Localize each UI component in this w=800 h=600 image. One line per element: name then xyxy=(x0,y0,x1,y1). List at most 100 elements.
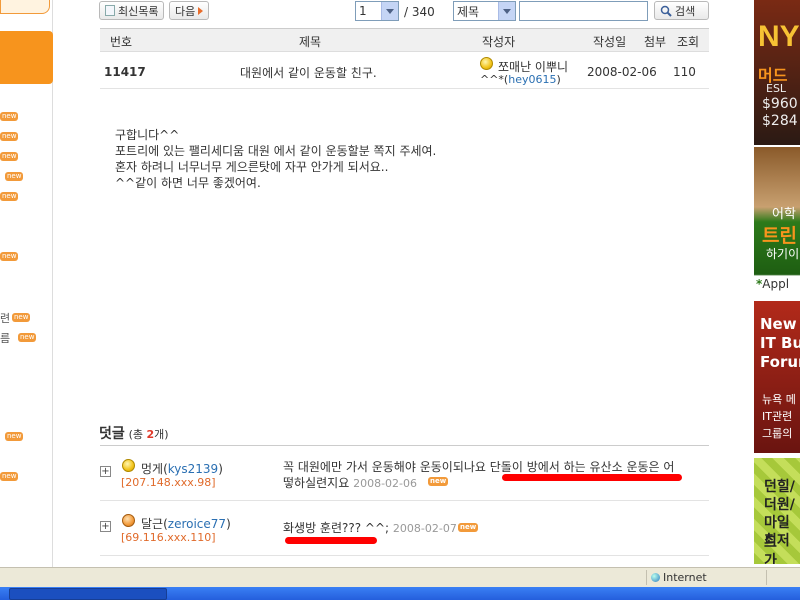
search-icon xyxy=(660,5,672,17)
divider xyxy=(100,88,709,89)
post-body-line: 구합니다^^ xyxy=(115,128,180,142)
comment-author-name[interactable]: 멍게 xyxy=(141,462,163,476)
page-total: / 340 xyxy=(404,5,435,19)
status-bar: Internet xyxy=(0,567,800,587)
comments-header: 덧글 (총 2개) xyxy=(99,423,169,443)
search-field-value: 제목 xyxy=(457,4,480,19)
author-id-link[interactable]: hey0615 xyxy=(508,73,556,86)
ad-text: 뉴욕 메 xyxy=(762,393,796,406)
comment-ip: [207.148.xxx.98] xyxy=(121,476,216,489)
comment-author-name[interactable]: 달근 xyxy=(141,517,163,531)
ad-banner-it-forum[interactable]: New IT Bus Forun 뉴욕 메 IT관련 그룹의 xyxy=(754,301,800,453)
comment-text-line1: 화생방 훈련??? ^^; xyxy=(283,521,390,535)
ad-text: 최저가 xyxy=(764,533,790,564)
id-close: ) xyxy=(218,462,223,476)
ad-banner-ny[interactable]: NY 머드 ESL $960 $284 xyxy=(754,0,800,145)
status-divider xyxy=(766,570,767,585)
sidebar-tab[interactable] xyxy=(0,0,50,14)
taskbar xyxy=(0,587,800,600)
sidebar-banner[interactable] xyxy=(0,31,53,84)
author-id-suffix: ) xyxy=(556,73,561,86)
next-button[interactable]: 다음 xyxy=(169,1,210,20)
search-label: 검색 xyxy=(675,4,696,18)
chevron-down-icon[interactable] xyxy=(381,2,398,20)
post-body-line: 포트리에 있는 팰리세디움 대원 에서 같이 운동할분 쪽지 주세여. xyxy=(115,144,437,158)
new-badge: new xyxy=(5,172,24,181)
post-date: 2008-02-06 xyxy=(587,65,657,79)
security-zone: Internet xyxy=(663,571,707,584)
search-field-select[interactable]: 제목 xyxy=(453,1,516,21)
new-badge: new xyxy=(0,152,19,161)
expand-icon[interactable]: + xyxy=(100,466,111,477)
col-title: 제목 xyxy=(299,35,322,49)
comment-text: 화생방 훈련??? ^^; 2008-02-07 xyxy=(283,519,457,536)
comments-count-wrap: (총 2개) xyxy=(129,428,169,441)
comments-title: 덧글 xyxy=(99,426,125,442)
new-badge: new xyxy=(18,333,37,342)
ad-text: New xyxy=(760,315,797,333)
id-close: ) xyxy=(226,517,231,531)
ad-banner-cigarette[interactable]: 던힐/ 더원/ 마일드 최저가 xyxy=(754,458,800,564)
latest-list-label: 최신목록 xyxy=(118,4,159,18)
post-number: 11417 xyxy=(104,65,146,79)
new-badge: new xyxy=(458,523,479,532)
author-id-wrap: ^^*(hey0615) xyxy=(480,73,561,86)
new-badge: new xyxy=(0,472,19,481)
chevron-down-icon[interactable] xyxy=(498,2,515,20)
ad-text: ESL xyxy=(766,82,787,95)
comment-text: 꼭 대원에만 가서 운동해야 운동이되나요 단돌이 방에서 하는 유산소 운동은… xyxy=(283,460,675,474)
search-button[interactable]: 검색 xyxy=(654,1,709,20)
comment-ip: [69.116.xxx.110] xyxy=(121,531,216,544)
new-badge: new xyxy=(12,313,31,322)
ad-text: Appl xyxy=(762,277,790,291)
search-input[interactable] xyxy=(519,1,648,21)
comment-date: 2008-02-07 xyxy=(392,522,457,535)
comment-author: 달근(zeroice77) xyxy=(141,515,231,532)
page-select[interactable]: 1 xyxy=(355,1,399,21)
comment-author-id[interactable]: kys2139 xyxy=(168,462,218,476)
comment-author-id[interactable]: zeroice77 xyxy=(168,517,226,531)
post-body-line: ^^같이 하면 너무 좋겠어여. xyxy=(115,176,261,190)
comment-author: 멍게(kys2139) xyxy=(141,460,223,477)
arrow-right-icon xyxy=(198,6,204,15)
ad-text: 트린 xyxy=(762,225,797,247)
col-author: 작성자 xyxy=(482,35,516,49)
new-badge: new xyxy=(0,192,19,201)
ad-text: 그룹의 xyxy=(762,427,793,440)
ad-text-wrap: *Appl xyxy=(756,277,789,291)
divider xyxy=(100,555,709,556)
sidebar-item-label[interactable]: 련 xyxy=(0,310,10,326)
col-views: 조회 xyxy=(677,35,700,49)
comment-date: 2008-02-06 xyxy=(353,477,418,490)
divider xyxy=(100,445,709,446)
expand-icon[interactable]: + xyxy=(100,521,111,532)
latest-list-button[interactable]: 최신목록 xyxy=(99,1,165,20)
author-id-prefix: ^^*( xyxy=(480,73,509,86)
ad-text: 하기이 xyxy=(766,247,800,261)
highlight-underline xyxy=(285,537,377,544)
globe-icon xyxy=(651,573,660,582)
count-post: 개) xyxy=(154,428,169,441)
highlight-underline xyxy=(502,474,682,481)
ad-text: 더원/ xyxy=(764,497,795,513)
new-badge: new xyxy=(0,112,19,121)
taskbar-window-button[interactable] xyxy=(9,588,167,600)
ad-text: IT Bus xyxy=(760,334,800,352)
post-body-line: 혼자 하려니 너무너무 게으른탓에 자꾸 안가게 되서요.. xyxy=(115,160,389,174)
sidebar-item-label[interactable]: 름 xyxy=(0,330,10,346)
post-title: 대원에서 같이 운동할 친구. xyxy=(240,66,377,80)
ad-text: 어학 xyxy=(772,207,796,222)
status-divider xyxy=(646,570,647,585)
ad-text: $284 xyxy=(762,113,798,129)
next-label: 다음 xyxy=(175,4,196,18)
new-badge: new xyxy=(0,252,19,261)
ad-text: 던힐/ xyxy=(764,479,795,495)
ad-text: NY xyxy=(758,20,800,53)
member-level-icon xyxy=(122,459,135,472)
ad-banner-language[interactable]: 어학 트린 하기이 *Appl xyxy=(754,147,800,297)
member-level-icon xyxy=(122,514,135,527)
new-badge: new xyxy=(5,432,24,441)
post-body: 구합니다^^ 포트리에 있는 팰리세디움 대원 에서 같이 운동할분 쪽지 주세… xyxy=(115,127,436,191)
left-sidebar: new new new new new new 련 new 름 new new … xyxy=(0,0,53,567)
comment-text-line2: 떻하실련지요 xyxy=(283,476,350,490)
